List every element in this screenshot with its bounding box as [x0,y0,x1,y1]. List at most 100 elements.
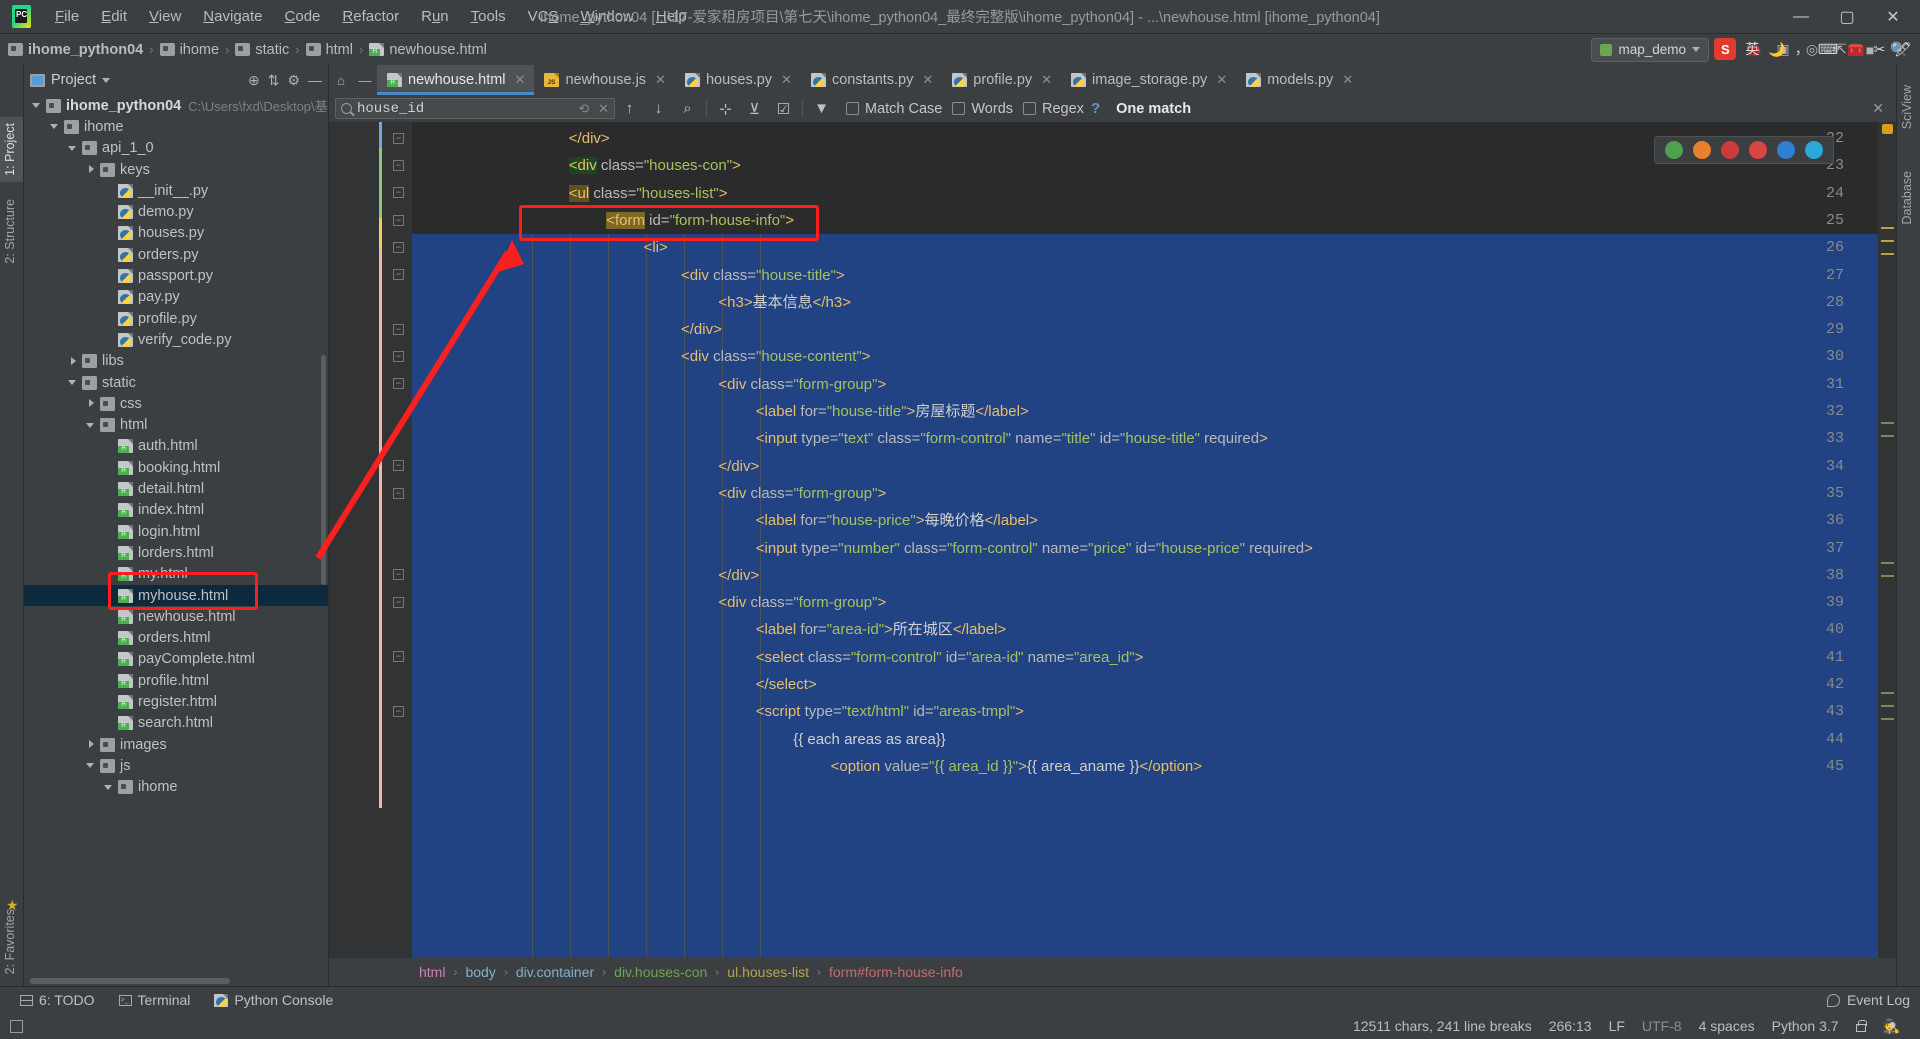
breadcrumb-item-ihome-python04[interactable]: ihome_python04 [8,42,143,58]
tree-item-paycomplete-html[interactable]: payComplete.html [24,649,328,670]
tree-item-js[interactable]: js [24,755,328,776]
moon-icon[interactable]: 🌙 [1768,41,1785,58]
code-line[interactable]: <div class="form-group"> [718,480,1896,507]
tree-item-search-html[interactable]: search.html [24,713,328,734]
chevron-down-icon[interactable] [68,143,79,154]
tree-item-demo-py[interactable]: demo.py [24,202,328,223]
editor-breadcrumb-item[interactable]: div.houses-con [614,964,707,980]
tool-window-python-console[interactable]: Python Console [202,989,345,1011]
ime-toolbar[interactable]: S 英 🌙 ， ⌨ 🧰 ✂ 🖊 [1706,34,1920,64]
chevron-down-icon[interactable] [50,121,61,132]
select-all-icon[interactable]: ☑ [769,97,798,121]
code-fold-icon[interactable]: − [393,569,404,581]
menu-item-run[interactable]: Run [410,5,460,28]
line-separator-label[interactable]: LF [1609,1018,1625,1034]
hide-panel-icon[interactable]: — [308,72,322,88]
tree-item-orders-html[interactable]: orders.html [24,628,328,649]
editor-breadcrumb-item[interactable]: div.container [516,964,594,980]
toolbox-icon[interactable]: 🧰 [1847,41,1864,58]
code-line[interactable]: <div class="form-group"> [718,589,1896,616]
lock-icon[interactable] [1855,1019,1867,1032]
code-fold-icon[interactable]: − [393,460,404,472]
code-line[interactable]: <option value="{{ area_id }}">{{ area_an… [831,753,1896,780]
chevron-down-icon[interactable] [102,77,111,83]
tree-item-lorders-html[interactable]: lorders.html [24,542,328,563]
remove-selection-icon[interactable]: ⊻ [740,97,769,121]
chevron-down-icon[interactable] [86,420,97,431]
tree-item-houses-py[interactable]: houses.py [24,223,328,244]
menu-item-refactor[interactable]: Refactor [331,5,410,28]
code-fold-icon[interactable]: − [393,351,404,363]
search-history-icon[interactable]: ⟲ [578,101,589,117]
code-line[interactable]: <div class="form-group"> [718,371,1896,398]
code-fold-icon[interactable]: − [393,487,404,499]
code-line[interactable]: <label for="area-id">所在城区</label> [756,616,1896,643]
words-checkbox[interactable]: Words [952,101,1013,117]
vcs-change-stripe[interactable] [379,148,382,218]
tree-item-newhouse-html[interactable]: newhouse.html [24,606,328,627]
tree-item-static[interactable]: static [24,372,328,393]
close-tab-icon[interactable]: ✕ [515,72,526,88]
code-line[interactable]: <form id="form-house-info"> [606,207,1896,234]
sidebar-item-project[interactable]: 1: Project [0,117,23,182]
code-line[interactable]: <div class="house-title"> [681,262,1896,289]
tab-newhouse-js[interactable]: newhouse.js ✕ [534,65,675,95]
code-line[interactable]: <h3>基本信息</h3> [718,289,1896,316]
code-line[interactable]: <label for="house-price">每晚价格</label> [756,507,1896,534]
run-configuration-selector[interactable]: map_demo [1591,37,1709,62]
code-fold-icon[interactable]: − [393,323,404,335]
collapse-all-icon[interactable]: ⇅ [268,72,280,89]
close-tab-icon[interactable]: ✕ [922,72,933,88]
clear-search-icon[interactable]: ✕ [598,101,609,117]
code-line[interactable]: <div class="house-content"> [681,343,1896,370]
breadcrumb-item-ihome[interactable]: ihome [159,42,219,58]
event-log-button[interactable]: Event Log [1826,992,1920,1008]
code-fold-icon[interactable]: − [393,269,404,281]
menu-item-window[interactable]: Window [570,5,645,28]
code-line[interactable]: <script type="text/html" id="areas-tmpl"… [756,698,1896,725]
tree-item-verify-code-py[interactable]: verify_code.py [24,329,328,350]
tree-item-libs[interactable]: libs [24,351,328,372]
ie-icon[interactable] [1805,141,1823,159]
search-input[interactable]: house_id ⟲ ✕ [335,98,615,119]
close-find-bar-icon[interactable]: ✕ [1872,100,1890,117]
menu-item-tools[interactable]: Tools [460,5,517,28]
breadcrumb-item-html[interactable]: html [305,42,353,58]
firefox-icon[interactable] [1693,141,1711,159]
code-line[interactable]: </div> [681,316,1896,343]
close-tab-icon[interactable]: ✕ [1041,72,1052,88]
sidebar-item-favorites[interactable]: 2: Favorites [0,903,23,980]
code-fold-icon[interactable]: − [393,214,404,226]
browser-preview-toolbar[interactable] [1654,136,1834,164]
code-line[interactable]: <ul class="houses-list"> [568,180,1896,207]
menu-item-view[interactable]: View [138,5,192,28]
tree-item-api-1-0[interactable]: api_1_0 [24,138,328,159]
tree-item-auth-html[interactable]: auth.html [24,436,328,457]
hide-tabs-icon[interactable]: — [353,65,377,95]
chevron-down-icon[interactable] [32,100,43,111]
hector-icon[interactable]: 🕵 [1883,1018,1900,1035]
menu-item-edit[interactable]: Edit [90,5,138,28]
tree-item-ihome[interactable]: ihome [24,777,328,798]
close-button[interactable]: ✕ [1870,1,1916,33]
vcs-change-stripe[interactable] [379,218,382,248]
code-fold-icon[interactable]: − [393,159,404,171]
sidebar-item-database[interactable]: Database [1896,165,1920,231]
tree-item-my-html[interactable]: my.html [24,564,328,585]
toggle-toolwindows-icon[interactable] [10,1019,23,1033]
find-next-button[interactable]: ↓ [644,97,673,121]
tree-item-booking-html[interactable]: booking.html [24,457,328,478]
chevron-down-icon[interactable] [68,377,79,388]
chrome-icon[interactable] [1665,141,1683,159]
tree-item-ihome[interactable]: ihome [24,116,328,137]
editor-breadcrumb[interactable]: html › body › div.container › div.houses-con › u… [329,958,1896,986]
close-tab-icon[interactable]: ✕ [1216,72,1227,88]
tree-item-register-html[interactable]: register.html [24,691,328,712]
edge-icon[interactable] [1777,141,1795,159]
menu-item-code[interactable]: Code [274,5,332,28]
tree-item-index-html[interactable]: index.html [24,500,328,521]
find-previous-button[interactable]: ↑ [615,97,644,121]
opera-icon[interactable] [1721,141,1739,159]
close-tab-icon[interactable]: ✕ [655,72,666,88]
tree-item-orders-py[interactable]: orders.py [24,244,328,265]
